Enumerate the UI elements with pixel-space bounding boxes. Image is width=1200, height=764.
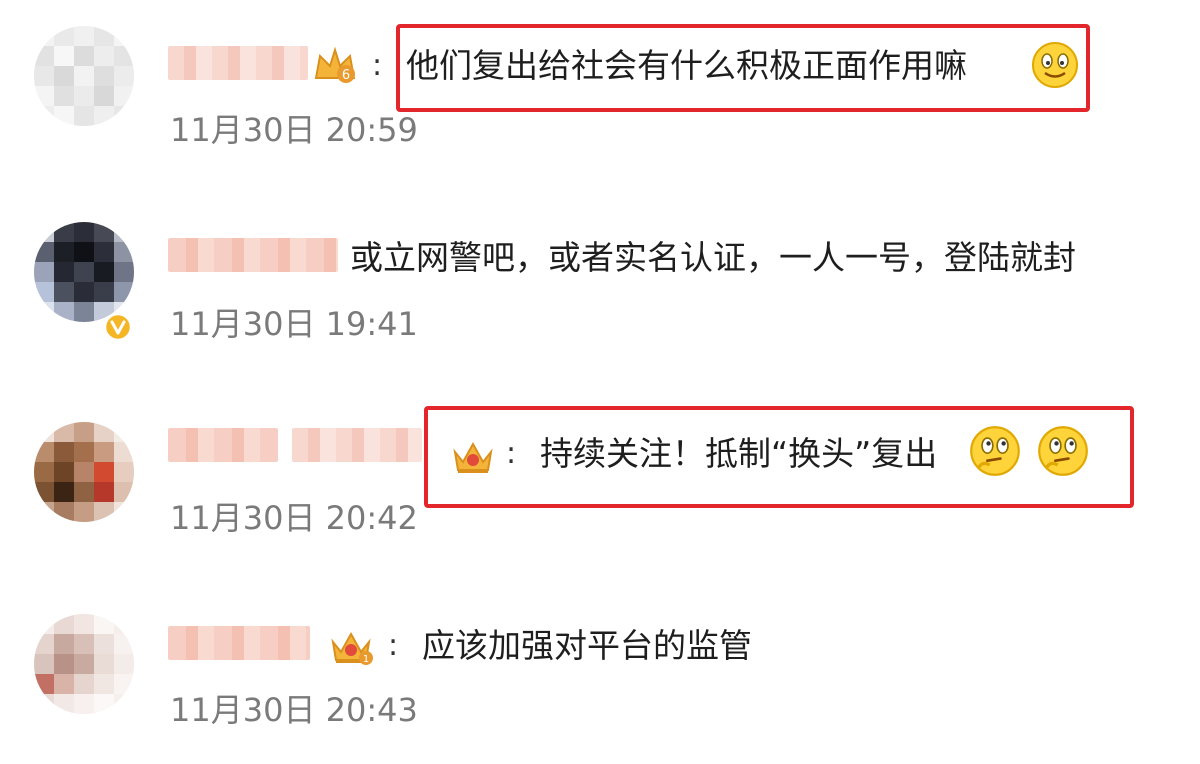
svg-text:1: 1 xyxy=(363,654,369,665)
crown-level-1-badge-icon: 1 xyxy=(331,631,373,665)
comment-text: 应该加强对平台的监管 xyxy=(422,626,752,665)
username-blurred[interactable] xyxy=(168,46,308,80)
comment-item: 1 : 应该加强对平台的监管 11月30日 20:43 xyxy=(0,574,1200,764)
crown-badge-icon xyxy=(453,441,493,473)
comment-separator: : xyxy=(372,48,383,83)
comment-text: 他们复出给社会有什么积极正面作用嘛 xyxy=(406,46,967,85)
level-6-badge-icon: 6 xyxy=(314,46,356,83)
username-blurred[interactable] xyxy=(168,428,278,462)
comment-text: 持续关注！抵制“换头”复出 xyxy=(540,434,938,473)
comment-text: 或立网警吧，或者实名认证，一人一号，登陆就封 xyxy=(350,238,1076,277)
comment-separator: : xyxy=(506,436,517,471)
username-blurred[interactable] xyxy=(168,238,338,272)
svg-text:6: 6 xyxy=(342,68,350,83)
avatar[interactable] xyxy=(34,222,134,322)
avatar[interactable] xyxy=(34,26,134,126)
avatar[interactable] xyxy=(34,614,134,714)
verified-v-icon xyxy=(103,312,133,342)
username-blurred[interactable] xyxy=(292,428,422,462)
smiling-emoji-icon xyxy=(1032,42,1078,88)
comment-timestamp: 11月30日 20:59 xyxy=(170,111,418,149)
comment-timestamp: 11月30日 19:41 xyxy=(170,305,418,343)
avatar[interactable] xyxy=(34,422,134,522)
thinking-emoji-icon xyxy=(970,426,1020,476)
thinking-emoji-icon xyxy=(1038,426,1088,476)
comment-timestamp: 11月30日 20:42 xyxy=(170,499,418,537)
comment-separator: : xyxy=(388,628,399,663)
comment-timestamp: 11月30日 20:43 xyxy=(170,691,418,729)
comment-item: 6 : 他们复出给社会有什么积极正面作用嘛 11月30日 20:59 xyxy=(0,0,1200,190)
comment-item: 或立网警吧，或者实名认证，一人一号，登陆就封 11月30日 19:41 xyxy=(0,190,1200,380)
username-blurred[interactable] xyxy=(168,626,310,660)
comment-item: : 持续关注！抵制“换头”复出 11月30日 20:42 xyxy=(0,380,1200,570)
